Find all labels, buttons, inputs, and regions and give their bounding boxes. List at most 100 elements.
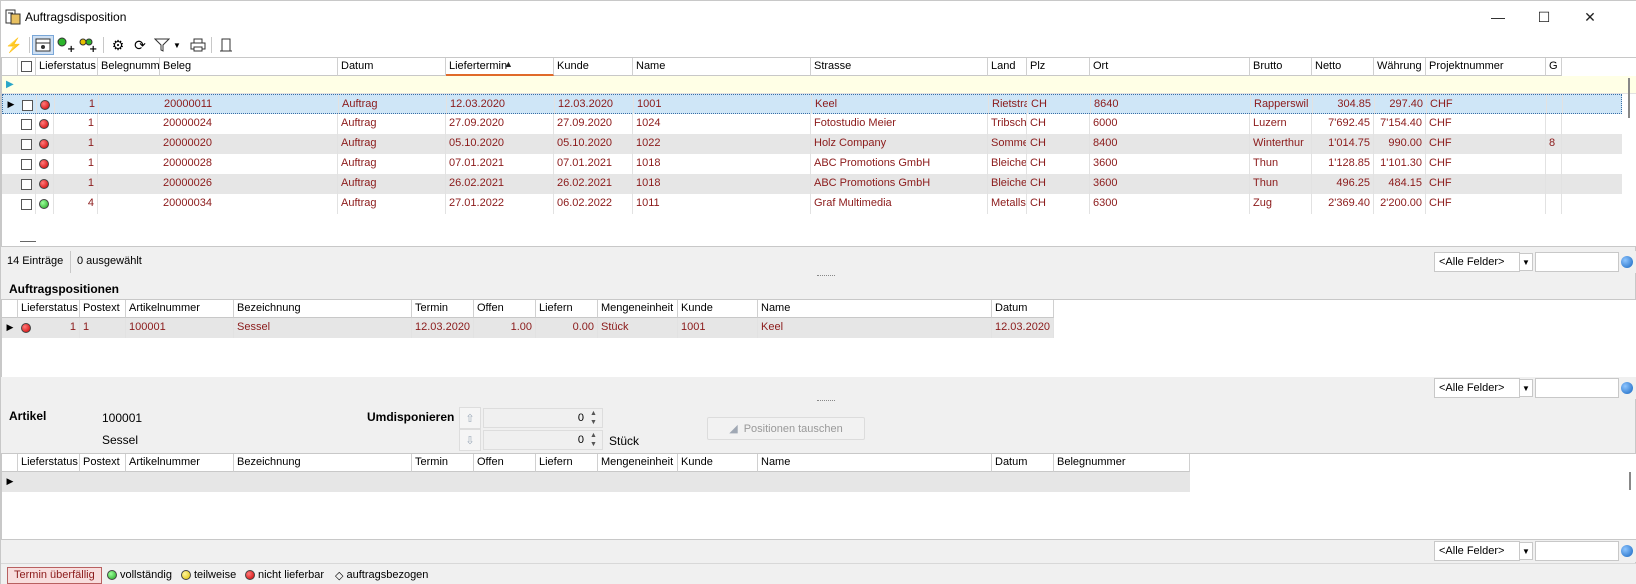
column-header[interactable]: Lieferstatus (18, 454, 80, 472)
column-header[interactable]: G (1546, 58, 1562, 76)
column-header[interactable]: Kunde (554, 58, 633, 76)
table-row[interactable]: 1 20000028 Auftrag 07.01.2021 07.01.2021 1018… (2, 154, 1622, 174)
minimize-button[interactable]: — (1475, 1, 1521, 33)
view-toggle-button[interactable] (32, 35, 54, 55)
select-all-checkbox[interactable] (21, 60, 32, 72)
door-button[interactable] (215, 35, 237, 55)
refresh-button[interactable]: ⟳ (129, 35, 151, 55)
column-header[interactable]: Projektnummer (1426, 58, 1546, 76)
add-multiple-button[interactable]: + (77, 35, 99, 55)
row-checkbox-cell[interactable] (19, 95, 37, 115)
filter-button[interactable] (151, 35, 173, 55)
column-header[interactable]: Datum (338, 58, 446, 76)
column-header[interactable]: Offen (474, 454, 536, 472)
move-up-button[interactable]: ⇧ (459, 407, 481, 429)
column-header[interactable]: Termin (412, 300, 474, 318)
column-header[interactable]: Termin (412, 454, 474, 472)
move-down-button[interactable]: ⇩ (459, 429, 481, 451)
column-header[interactable]: Offen (474, 300, 536, 318)
column-header[interactable]: Mengeneinheit (598, 300, 678, 318)
add-position-button[interactable]: + (55, 35, 77, 55)
maximize-button[interactable]: ☐ (1521, 1, 1567, 33)
field-filter-select[interactable]: <Alle Felder> (1434, 252, 1520, 272)
column-header[interactable]: Ort (1090, 58, 1250, 76)
column-header[interactable]: Belegnummer (98, 58, 160, 76)
column-header[interactable]: Bezeichnung (234, 454, 412, 472)
column-header[interactable]: Liefertermin ▲ (446, 58, 554, 76)
column-header[interactable]: Datum (992, 300, 1054, 318)
column-header[interactable]: Belegnummer (1054, 454, 1190, 472)
column-header[interactable]: Liefern (536, 300, 598, 318)
table-row[interactable]: 1 20000020 Auftrag 05.10.2020 05.10.2020 1022… (2, 134, 1622, 154)
column-header[interactable]: Lieferstatus (36, 58, 98, 76)
row-checkbox-cell[interactable] (18, 134, 36, 154)
positions-search-globe-icon[interactable] (1621, 382, 1633, 394)
column-header[interactable]: Währung (1374, 58, 1426, 76)
spin-up-down-icon[interactable]: ▲ ▼ (590, 431, 597, 449)
column-header[interactable]: Mengeneinheit (598, 454, 678, 472)
column-header[interactable]: Bezeichnung (234, 300, 412, 318)
column-header[interactable]: Netto (1312, 58, 1374, 76)
settings-button[interactable]: ⚙ (107, 35, 129, 55)
rescheduling-field-filter-select[interactable]: <Alle Felder> (1434, 541, 1520, 561)
field-filter-dropdown-button[interactable]: ▼ (1519, 253, 1533, 271)
column-header[interactable]: Plz (1027, 58, 1090, 76)
column-header[interactable]: Beleg (160, 58, 338, 76)
table-row[interactable]: ▶ 1 20000011 Auftrag 12.03.2020 12.03.2020 100… (2, 94, 1622, 115)
search-globe-icon[interactable] (1621, 256, 1633, 268)
column-header[interactable]: Liefern (536, 454, 598, 472)
vertical-scrollbar[interactable] (1624, 76, 1636, 176)
table-row[interactable]: ▶ (2, 472, 1190, 492)
row-checkbox[interactable] (21, 178, 32, 190)
column-header[interactable]: Brutto (1250, 58, 1312, 76)
rescheduling-filter-dropdown-button[interactable]: ▼ (1519, 542, 1533, 560)
column-header[interactable]: Strasse (811, 58, 988, 76)
scrollbar-thumb[interactable] (1628, 78, 1630, 118)
print-button[interactable] (187, 35, 209, 55)
column-header[interactable]: Datum (992, 454, 1054, 472)
table-row[interactable]: 1 20000026 Auftrag 26.02.2021 26.02.2021 1018… (2, 174, 1622, 194)
filter-row[interactable]: ▶ (2, 76, 1636, 94)
column-header[interactable]: Name (633, 58, 811, 76)
row-checkbox-cell[interactable] (18, 174, 36, 194)
column-header[interactable]: Name (758, 454, 992, 472)
column-header[interactable]: Name (758, 300, 992, 318)
column-header[interactable]: Kunde (678, 300, 758, 318)
row-checkbox[interactable] (22, 99, 33, 111)
spin-up-down-icon[interactable]: ▲ ▼ (590, 409, 597, 427)
column-header[interactable]: Postext (80, 300, 126, 318)
rescheduling-search-input[interactable] (1535, 541, 1619, 561)
table-row[interactable]: 4 20000034 Auftrag 27.01.2022 06.02.2022 1011… (2, 194, 1622, 214)
row-checkbox[interactable] (21, 138, 32, 150)
table-row[interactable]: 1 20000024 Auftrag 27.09.2020 27.09.2020 1024… (2, 114, 1622, 134)
select-all-checkbox-cell[interactable] (18, 58, 36, 76)
rescheduling-search-globe-icon[interactable] (1621, 545, 1633, 557)
horizontal-scroll-indicator[interactable] (20, 241, 36, 242)
column-header[interactable]: Artikelnummer (126, 300, 234, 318)
row-checkbox-cell[interactable] (18, 154, 36, 174)
column-header[interactable]: Postext (80, 454, 126, 472)
row-checkbox[interactable] (21, 158, 32, 170)
column-header[interactable]: Land (988, 58, 1027, 76)
filter-dropdown-button[interactable]: ▼ (171, 35, 183, 55)
search-input[interactable] (1535, 252, 1619, 272)
splitter-handle[interactable] (817, 400, 835, 402)
row-checkbox[interactable] (21, 118, 32, 130)
lightning-icon[interactable]: ⚡ (3, 35, 25, 55)
row-checkbox-cell[interactable] (18, 194, 36, 214)
umdisp-down-quantity[interactable]: 0 (483, 430, 603, 450)
row-checkbox[interactable] (21, 198, 32, 210)
close-button[interactable]: ✕ (1567, 1, 1613, 33)
table-row[interactable]: ▶ 1 1 100001 Sessel 12.03.2020 1.00 0.00 Stück 10… (2, 318, 1054, 338)
row-checkbox-cell[interactable] (18, 114, 36, 134)
column-header[interactable]: Lieferstatus (18, 300, 80, 318)
swap-positions-button[interactable]: ◢ Positionen tauschen (707, 417, 865, 440)
positions-field-filter-select[interactable]: <Alle Felder> (1434, 378, 1520, 398)
column-header[interactable]: Artikelnummer (126, 454, 234, 472)
umdisp-up-quantity[interactable]: 0 (483, 408, 603, 428)
scrollbar-thumb[interactable] (1629, 472, 1631, 490)
positions-filter-dropdown-button[interactable]: ▼ (1519, 379, 1533, 397)
positions-search-input[interactable] (1535, 378, 1619, 398)
column-header[interactable]: Kunde (678, 454, 758, 472)
splitter-handle[interactable] (817, 275, 835, 277)
